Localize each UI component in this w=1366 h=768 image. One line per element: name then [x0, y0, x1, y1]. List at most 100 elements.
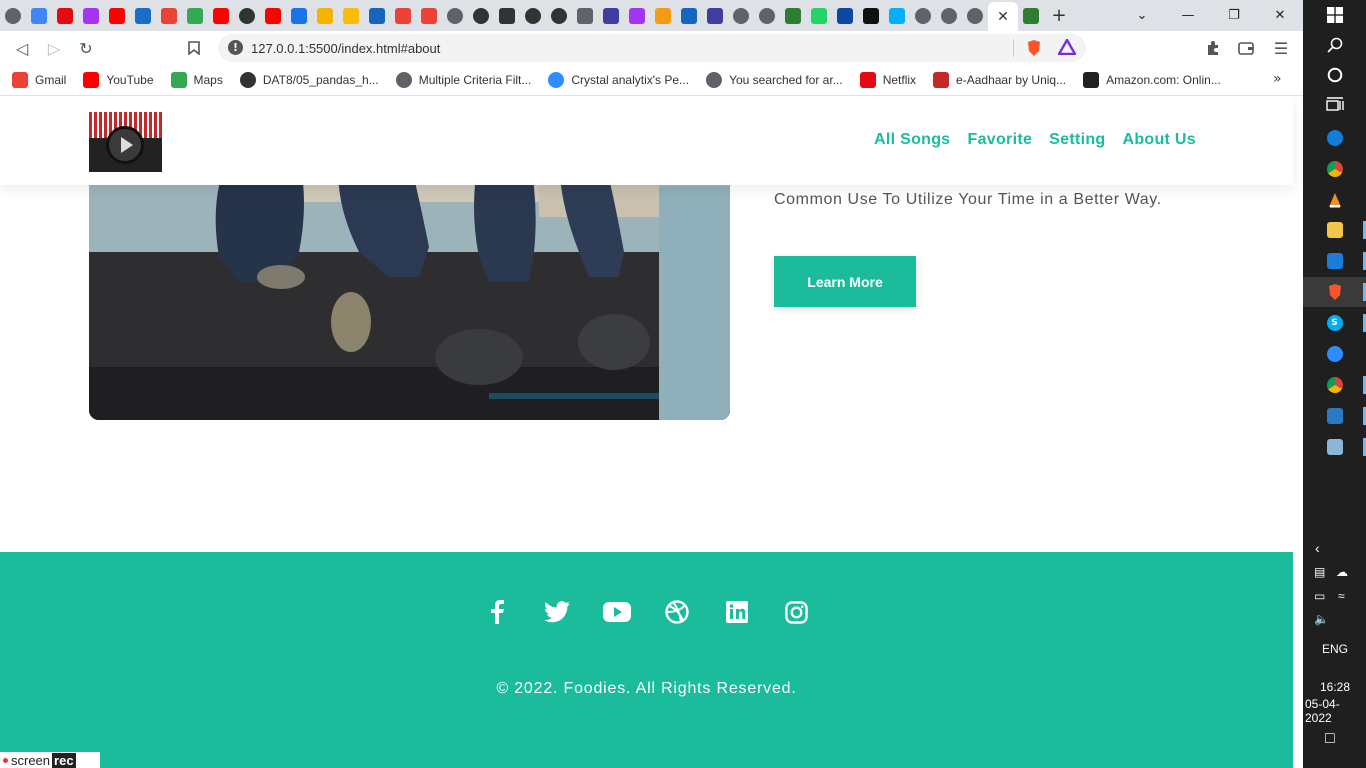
clock-date[interactable]: 05-04-2022	[1305, 697, 1366, 725]
bookmark-item[interactable]: YouTube	[83, 72, 154, 88]
nav-setting[interactable]: Setting	[1049, 131, 1105, 149]
task-view-icon[interactable]	[1303, 90, 1366, 120]
browser-tab[interactable]	[572, 0, 598, 31]
browser-tab[interactable]	[156, 0, 182, 31]
youtube-icon[interactable]	[587, 599, 647, 625]
browser-tab[interactable]	[520, 0, 546, 31]
browser-tab[interactable]	[52, 0, 78, 31]
browser-tab[interactable]	[546, 0, 572, 31]
restore-button[interactable]: ❐	[1211, 0, 1257, 31]
brave-taskbar-icon[interactable]	[1303, 277, 1366, 307]
start-button[interactable]	[1303, 0, 1366, 30]
browser-tab[interactable]	[676, 0, 702, 31]
browser-tab[interactable]	[962, 0, 988, 31]
volume-icon[interactable]: 🔈	[1314, 612, 1329, 626]
forward-button[interactable]: ▷	[38, 32, 70, 64]
skype-icon[interactable]: S	[1303, 308, 1366, 338]
nav-about-us[interactable]: About Us	[1122, 131, 1196, 149]
browser-tab[interactable]	[312, 0, 338, 31]
browser-tab[interactable]	[234, 0, 260, 31]
photos-icon[interactable]	[1303, 401, 1366, 431]
clock-time[interactable]: 16:28	[1320, 680, 1350, 694]
page-scrollbar[interactable]	[1293, 97, 1303, 638]
browser-tab[interactable]	[624, 0, 650, 31]
browser-tab[interactable]	[260, 0, 286, 31]
learn-more-button[interactable]: Learn More	[774, 256, 916, 307]
facebook-icon[interactable]	[467, 599, 527, 625]
vscode-icon[interactable]	[1303, 246, 1366, 276]
browser-tab[interactable]	[780, 0, 806, 31]
browser-tab[interactable]	[494, 0, 520, 31]
dribbble-icon[interactable]	[647, 599, 707, 625]
browser-tab[interactable]	[182, 0, 208, 31]
bookmark-item[interactable]: DAT8/05_pandas_h...	[239, 72, 379, 88]
cortana-icon[interactable]	[1303, 60, 1366, 90]
notifications-icon[interactable]: □	[1325, 730, 1335, 748]
address-bar[interactable]: ! 127.0.0.1:5500/index.html#about	[218, 34, 1086, 62]
browser-tab[interactable]	[104, 0, 130, 31]
browser-tab[interactable]	[728, 0, 754, 31]
vlc-icon[interactable]	[1303, 185, 1366, 215]
browser-tab[interactable]	[416, 0, 442, 31]
browser-tab[interactable]	[208, 0, 234, 31]
bookmark-item[interactable]: Gmail	[12, 72, 66, 88]
bookmark-item[interactable]: Multiple Criteria Filt...	[395, 72, 531, 88]
brave-shields-icon[interactable]	[1026, 39, 1042, 62]
browser-tab[interactable]	[442, 0, 468, 31]
browser-tab[interactable]	[702, 0, 728, 31]
onedrive-icon[interactable]: ☁	[1336, 565, 1348, 579]
tab-search-icon[interactable]: ⌄	[1119, 0, 1165, 31]
meet-now-icon[interactable]: ▤	[1314, 565, 1325, 579]
site-logo[interactable]	[89, 112, 162, 172]
show-hidden-icons[interactable]: ‹	[1315, 540, 1320, 556]
browser-tab[interactable]	[390, 0, 416, 31]
twitter-icon[interactable]	[527, 599, 587, 625]
battery-icon[interactable]: ▭	[1314, 589, 1325, 603]
bookmark-item[interactable]: e-Aadhaar by Uniq...	[933, 72, 1066, 88]
browser-tab[interactable]	[858, 0, 884, 31]
browser-tab[interactable]	[754, 0, 780, 31]
browser-tab[interactable]	[936, 0, 962, 31]
wifi-icon[interactable]: ≈	[1338, 589, 1345, 603]
browser-tab[interactable]	[806, 0, 832, 31]
search-icon[interactable]	[1303, 30, 1366, 60]
extensions-icon[interactable]	[1197, 32, 1229, 64]
site-info-icon[interactable]: !	[228, 40, 243, 55]
browser-tab[interactable]	[0, 0, 26, 31]
bookmark-item[interactable]: Crystal analytix's Pe...	[548, 72, 689, 88]
close-window-button[interactable]: ✕	[1257, 0, 1303, 31]
browser-tab[interactable]	[130, 0, 156, 31]
notepad-icon[interactable]	[1303, 432, 1366, 462]
more-bookmarks-icon[interactable]: »	[1273, 71, 1282, 87]
browser-tab[interactable]	[286, 0, 312, 31]
chrome-beta-icon[interactable]	[1303, 370, 1366, 400]
active-tab[interactable]: ✕	[988, 2, 1018, 31]
bookmark-item[interactable]: You searched for ar...	[706, 72, 843, 88]
bookmark-item[interactable]: Netflix	[859, 72, 916, 88]
browser-tab[interactable]	[910, 0, 936, 31]
back-button[interactable]: ◁	[6, 32, 38, 64]
browser-tab[interactable]	[468, 0, 494, 31]
browser-tab[interactable]	[338, 0, 364, 31]
new-tab-button[interactable]: +	[1044, 0, 1074, 31]
browser-tab[interactable]	[1018, 0, 1044, 31]
bookmark-page-icon[interactable]	[178, 32, 210, 64]
wallet-icon[interactable]	[1230, 32, 1262, 64]
close-tab-icon[interactable]: ✕	[997, 9, 1009, 25]
nav-favorite[interactable]: Favorite	[968, 131, 1033, 149]
language-indicator[interactable]: ENG	[1322, 642, 1348, 656]
reload-button[interactable]: ↻	[70, 32, 102, 64]
bookmark-item[interactable]: Amazon.com: Onlin...	[1083, 72, 1221, 88]
browser-tab[interactable]	[832, 0, 858, 31]
browser-tab[interactable]	[364, 0, 390, 31]
chrome-icon[interactable]	[1303, 154, 1366, 184]
zoom-icon[interactable]	[1303, 339, 1366, 369]
brave-rewards-icon[interactable]	[1056, 37, 1078, 60]
minimize-button[interactable]: —	[1165, 0, 1211, 31]
browser-tab[interactable]	[650, 0, 676, 31]
file-explorer-icon[interactable]	[1303, 215, 1366, 245]
linkedin-icon[interactable]	[707, 599, 767, 625]
instagram-icon[interactable]	[767, 599, 827, 625]
browser-tab[interactable]	[78, 0, 104, 31]
menu-icon[interactable]: ☰	[1265, 32, 1297, 64]
